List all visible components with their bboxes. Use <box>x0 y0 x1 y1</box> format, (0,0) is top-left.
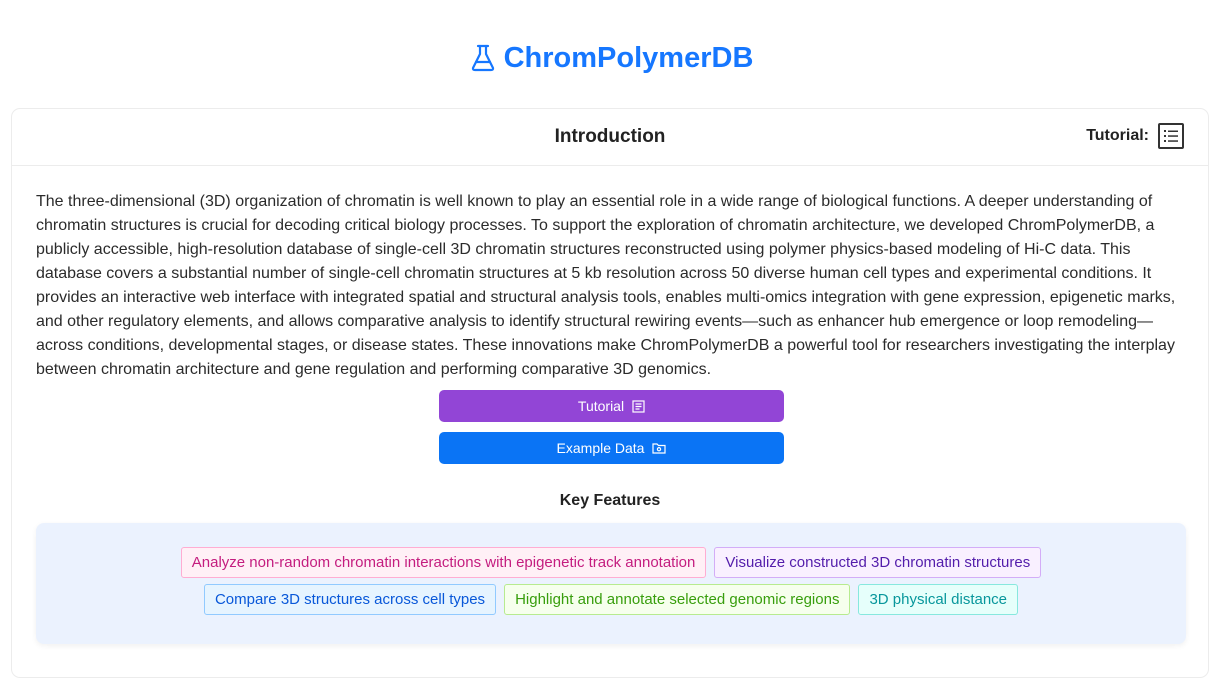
tutorial-icon-button[interactable] <box>1158 123 1184 149</box>
tutorial-header-link: Tutorial: <box>1086 122 1184 150</box>
file-text-icon <box>632 399 645 413</box>
feature-tag: 3D physical distance <box>858 584 1019 615</box>
introduction-card: Introduction Tutorial: The three-dimensi… <box>11 108 1209 678</box>
feature-tag: Compare 3D structures across cell types <box>203 584 497 615</box>
feature-tag: Visualize constructed 3D chromatin struc… <box>714 547 1042 578</box>
app-title-text: ChromPolymerDB <box>503 42 754 74</box>
key-features-panel: Analyze non-random chromatin interaction… <box>36 523 1186 644</box>
intro-paragraph: The three-dimensional (3D) organization … <box>36 193 1176 378</box>
card-title: Introduction <box>554 126 666 147</box>
tutorial-button[interactable]: Tutorial <box>439 390 784 422</box>
tutorial-label: Tutorial: <box>1086 127 1149 144</box>
key-features-title: Key Features <box>559 492 661 509</box>
app-title: ChromPolymerDB <box>0 38 1223 83</box>
folder-icon <box>652 443 667 454</box>
card-header: Introduction Tutorial: <box>12 109 1208 166</box>
feature-tag: Highlight and annotate selected genomic … <box>504 584 851 615</box>
example-data-button-label: Example Data <box>556 440 645 456</box>
tutorial-button-label: Tutorial <box>577 398 625 414</box>
example-data-button[interactable]: Example Data <box>439 432 784 464</box>
flask-icon <box>470 43 496 83</box>
feature-tag: Analyze non-random chromatin interaction… <box>180 547 707 578</box>
list-icon <box>1164 130 1178 142</box>
